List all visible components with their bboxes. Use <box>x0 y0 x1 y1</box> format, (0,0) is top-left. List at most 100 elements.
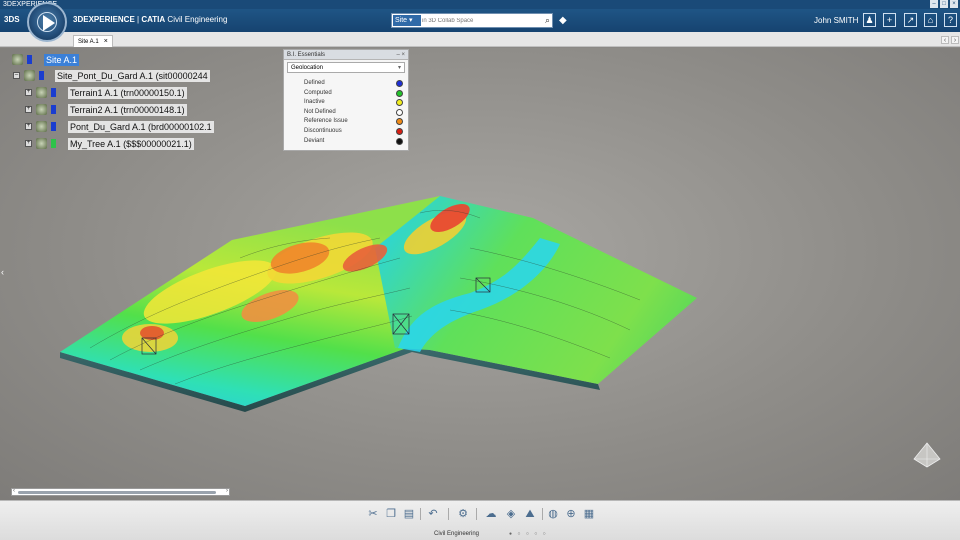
window-title-bar: 3DEXPERIENCE – □ × <box>0 0 960 9</box>
bridge-icon <box>36 121 47 132</box>
maximize-button[interactable]: □ <box>940 0 948 8</box>
legend-swatch <box>396 89 403 97</box>
tree-node-label: Pont_Du_Gard A.1 (brd00000102.1 <box>68 120 214 133</box>
legend-swatch <box>396 118 403 126</box>
help-icon[interactable]: ? <box>944 13 957 27</box>
tree-node-label: My_Tree A.1 ($$$00000021.1) <box>68 137 194 150</box>
status-flag <box>51 105 56 114</box>
tree-node-label: Terrain1 A.1 (trn00000150.1) <box>68 86 187 99</box>
search-icon[interactable]: ⌕ <box>545 15 550 26</box>
terrain-icon <box>36 104 47 115</box>
legend-swatch <box>396 127 403 135</box>
collapse-icon[interactable]: – <box>13 72 20 79</box>
globe-icon[interactable]: ⊕ <box>564 507 578 521</box>
legend-swatch <box>396 99 403 107</box>
bi-mode-select[interactable]: Geolocation ▾ <box>287 62 405 73</box>
expand-icon[interactable]: + <box>25 89 32 96</box>
site-icon <box>12 54 23 65</box>
bi-legend: Defined Computed Inactive Not Defined Re… <box>284 79 408 146</box>
tree-node-terrain1[interactable]: + Terrain1 A.1 (trn00000150.1) <box>25 86 187 99</box>
legend-item: Discontinuous <box>284 127 408 137</box>
panel-header[interactable]: B.I. Essentials – × <box>284 50 408 60</box>
view-compass-icon[interactable] <box>910 441 944 469</box>
close-window-button[interactable]: × <box>950 0 958 8</box>
expand-icon[interactable]: + <box>25 123 32 130</box>
search-scope-dropdown[interactable]: Site ▾ <box>393 15 421 26</box>
scroll-left-icon[interactable]: ‹ <box>13 488 15 494</box>
legend-item: Inactive <box>284 98 408 108</box>
scrollbar-thumb[interactable] <box>18 491 216 494</box>
tree-scrollbar[interactable]: ‹ › <box>11 488 230 496</box>
status-flag <box>39 71 44 80</box>
tree-node-label: Site_Pont_Du_Gard A.1 (sit00000244 <box>55 69 210 82</box>
toolbar-divider <box>448 508 449 520</box>
plus-icon[interactable]: + <box>883 13 896 27</box>
tree-node-site[interactable]: Site A.1 <box>12 53 80 66</box>
undo-icon[interactable]: ↶ <box>426 507 440 521</box>
tree-node-terrain2[interactable]: + Terrain2 A.1 (trn00000148.1) <box>25 103 187 116</box>
expand-left-icon[interactable]: ‹ <box>1 267 4 277</box>
table-icon[interactable]: ▦ <box>582 507 596 521</box>
tag-icon[interactable]: ◈ <box>504 507 518 521</box>
bi-essentials-panel: B.I. Essentials – × Geolocation ▾ Define… <box>283 49 409 151</box>
compass-button[interactable] <box>27 2 67 42</box>
tag-icon[interactable]: ◆ <box>559 15 567 26</box>
action-bar: ✂ ❐ ▤ ↶ ⚙ ☁ ◈ ⛰ ◍ ⊕ ▦ Civil Engineering … <box>0 500 960 540</box>
search-box: Site ▾ ⌕ <box>391 13 553 28</box>
legend-item: Reference Issue <box>284 117 408 127</box>
tab-bar: Site A.1 × ‹ › <box>0 32 960 47</box>
legend-item: Deviant <box>284 137 408 147</box>
home-icon[interactable]: ⌂ <box>924 13 937 27</box>
legend-item: Not Defined <box>284 108 408 118</box>
panel-close-icon[interactable]: – × <box>396 50 405 60</box>
minimize-button[interactable]: – <box>930 0 938 8</box>
status-flag <box>27 55 32 64</box>
tree-node-site-pont[interactable]: – Site_Pont_Du_Gard A.1 (sit00000244 <box>13 69 210 82</box>
terrain-icon[interactable]: ⛰ <box>523 507 537 521</box>
ds-logo-icon[interactable]: 3DS <box>4 15 20 24</box>
tab-site[interactable]: Site A.1 × <box>73 35 113 47</box>
toolbar-divider <box>420 508 421 520</box>
window-controls: – □ × <box>930 0 958 9</box>
app-title: 3DEXPERIENCE | CATIA Civil Engineering <box>73 15 228 24</box>
tab-label: Site A.1 <box>78 39 99 45</box>
3d-viewport[interactable]: ‹ Site A.1 – Site_Pont_Du_Gard A.1 (sit0… <box>0 48 960 500</box>
cloud-icon[interactable]: ☁ <box>484 507 498 521</box>
status-flag <box>51 139 56 148</box>
panel-title: B.I. Essentials <box>287 52 326 58</box>
terrain-icon <box>36 87 47 98</box>
scroll-right-icon[interactable]: › <box>226 488 228 494</box>
copy-icon[interactable]: ❐ <box>384 507 398 521</box>
legend-item: Computed <box>284 89 408 99</box>
tree-object-icon <box>36 138 47 149</box>
tree-node-bridge[interactable]: + Pont_Du_Gard A.1 (brd00000102.1 <box>25 120 214 133</box>
sphere-icon[interactable]: ◍ <box>546 507 560 521</box>
toolbar-pages[interactable]: ● ○ ○ ○ ○ <box>509 531 548 537</box>
expand-icon[interactable]: + <box>25 140 32 147</box>
status-flag <box>51 88 56 97</box>
tree-node-tree[interactable]: + My_Tree A.1 ($$$00000021.1) <box>25 137 194 150</box>
paste-icon[interactable]: ▤ <box>402 507 416 521</box>
tree-node-label: Terrain2 A.1 (trn00000148.1) <box>68 103 187 116</box>
tab-close-icon[interactable]: × <box>104 38 108 45</box>
site-icon <box>24 70 35 81</box>
search-input[interactable] <box>422 15 537 26</box>
user-name[interactable]: John SMITH <box>814 16 858 25</box>
legend-swatch <box>396 80 403 87</box>
legend-item: Defined <box>284 79 408 89</box>
expand-icon[interactable]: + <box>25 106 32 113</box>
chevron-down-icon: ▾ <box>397 65 401 71</box>
cut-icon[interactable]: ✂ <box>366 507 380 521</box>
tab-prev-icon[interactable]: ‹ <box>941 36 949 44</box>
share-icon[interactable]: ↗ <box>904 13 917 27</box>
bi-mode-value: Geolocation <box>291 65 324 71</box>
legend-swatch <box>396 137 403 145</box>
user-icon[interactable]: ♟ <box>863 13 876 27</box>
top-bar: 3DS 3DEXPERIENCE | CATIA Civil Engineeri… <box>0 9 960 32</box>
tab-next-icon[interactable]: › <box>951 36 959 44</box>
toolbar-divider <box>476 508 477 520</box>
toolbar-divider <box>542 508 543 520</box>
legend-swatch <box>396 108 403 116</box>
settings-icon[interactable]: ⚙ <box>456 507 470 521</box>
toolbar-caption[interactable]: Civil Engineering <box>434 531 479 537</box>
